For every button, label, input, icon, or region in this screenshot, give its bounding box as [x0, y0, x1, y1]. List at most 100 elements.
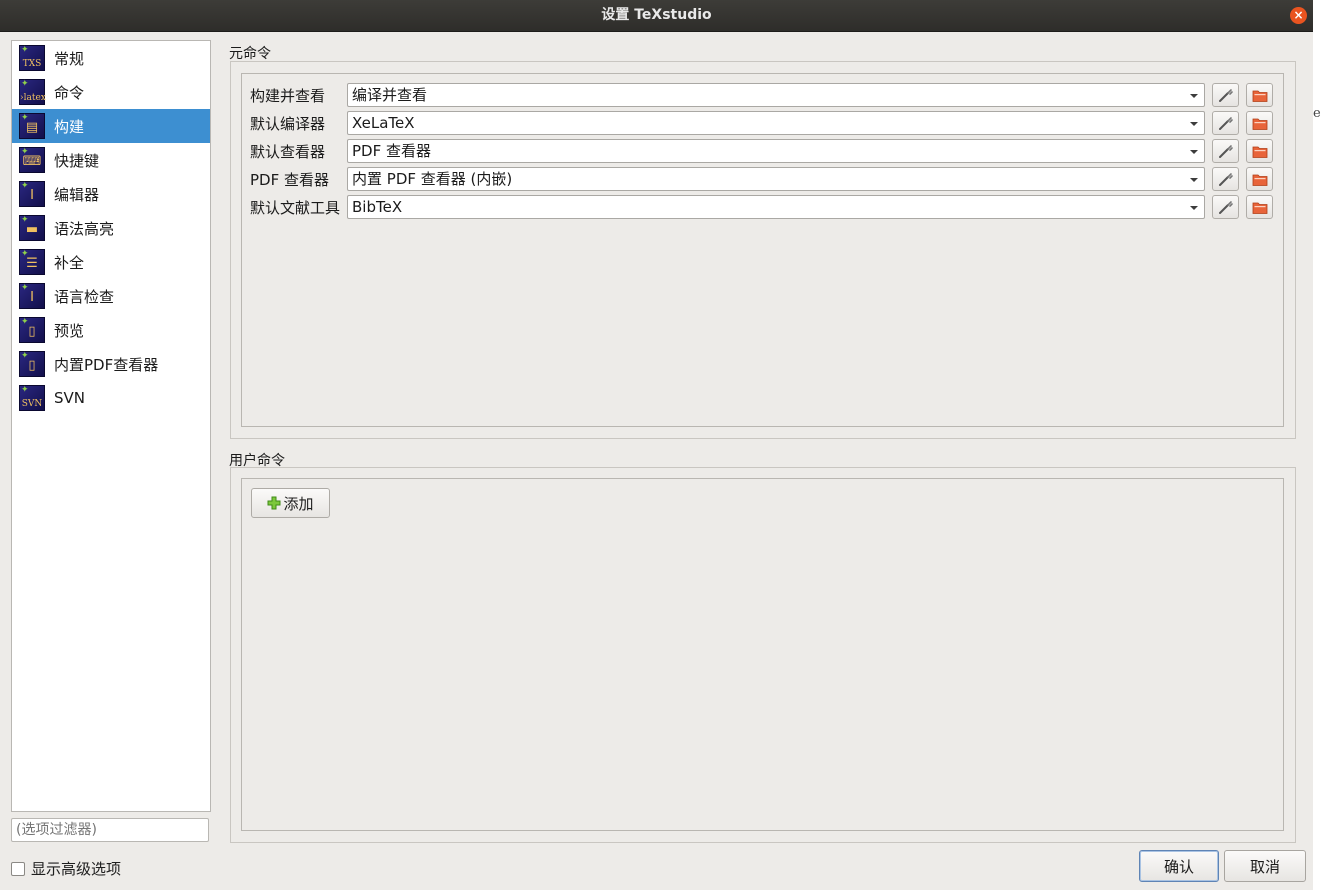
- dropdown-arrow-icon: [1190, 94, 1198, 98]
- leaf-mark: ✦: [21, 45, 29, 55]
- folder-icon: [1252, 174, 1267, 186]
- icon-glyph: ☰: [26, 256, 38, 271]
- sidebar-item-label: 内置PDF查看器: [54, 355, 159, 374]
- latex-icon: ✦ ›latex: [19, 79, 46, 105]
- sidebar-item-spellcheck[interactable]: ✦ I 语言检查: [12, 279, 210, 313]
- title-bar: 设置 TeXstudio ×: [0, 0, 1313, 32]
- highlight-icon: ✦ ▬: [19, 215, 45, 241]
- completion-icon: ✦ ☰: [19, 249, 45, 275]
- meta-command-select[interactable]: PDF 查看器: [347, 139, 1205, 163]
- folder-icon: [1252, 146, 1267, 158]
- sidebar-item-label: 语言检查: [54, 287, 115, 306]
- selected-value: XeLaTeX: [352, 114, 415, 132]
- sidebar-item-txs[interactable]: ✦ TXS 常规: [12, 41, 210, 75]
- sidebar-item-pdf-viewer[interactable]: ✦ ▯ 内置PDF查看器: [12, 347, 210, 381]
- sidebar-item-label: 命令: [54, 83, 85, 102]
- configure-command-button[interactable]: [1212, 83, 1239, 107]
- selected-value: PDF 查看器: [352, 142, 431, 160]
- wrench-icon: [1218, 145, 1233, 158]
- meta-command-row: 默认文献工具 BibTeX: [250, 195, 1280, 219]
- selected-value: BibTeX: [352, 198, 403, 216]
- meta-command-label: 默认查看器: [250, 143, 326, 161]
- meta-command-row: PDF 查看器 内置 PDF 查看器 (内嵌): [250, 167, 1280, 191]
- meta-command-label: 默认文献工具: [250, 199, 341, 217]
- settings-dialog: ✦ TXS 常规 ✦ ›latex 命令 ✦ ▤ 构建 ✦ ⌨ 快捷键 ✦ I 编辑器 ✦ ▬ 语法高亮 ✦ ☰ 补全 ✦…: [0, 32, 1313, 890]
- icon-caption: TXS: [22, 59, 42, 69]
- sidebar-item-preview[interactable]: ✦ ▯ 预览: [12, 313, 210, 347]
- dropdown-arrow-icon: [1190, 122, 1198, 126]
- icon-caption: SVN: [21, 399, 43, 409]
- sidebar-item-keyboard[interactable]: ✦ ⌨ 快捷键: [12, 143, 210, 177]
- folder-icon: [1252, 202, 1267, 214]
- option-filter-input[interactable]: [11, 818, 209, 842]
- meta-command-row: 默认编译器 XeLaTeX: [250, 111, 1280, 135]
- icon-glyph: ⌨: [22, 154, 42, 169]
- icon-caption: ›latex: [20, 93, 46, 103]
- spellcheck-icon: ✦ I: [19, 283, 45, 309]
- icon-glyph: ▬: [25, 222, 39, 237]
- wrench-icon: [1218, 173, 1233, 186]
- sidebar-item-label: 快捷键: [54, 151, 100, 170]
- advanced-options-checkbox[interactable]: [11, 861, 25, 876]
- add-button-label: 添加: [283, 494, 314, 513]
- txs-icon: ✦ TXS: [19, 45, 45, 71]
- sidebar-item-completion[interactable]: ✦ ☰ 补全: [12, 245, 210, 279]
- meta-command-row: 默认查看器 PDF 查看器: [250, 139, 1280, 163]
- meta-command-select[interactable]: 内置 PDF 查看器 (内嵌): [347, 167, 1205, 191]
- background-text: e: [1313, 106, 1321, 121]
- configure-command-button[interactable]: [1212, 195, 1239, 219]
- close-button[interactable]: ×: [1290, 7, 1307, 24]
- cancel-button[interactable]: 取消: [1224, 850, 1306, 882]
- show-advanced-options[interactable]: 显示高级选项: [11, 858, 121, 879]
- sidebar-item-text-cursor[interactable]: ✦ I 编辑器: [12, 177, 210, 211]
- icon-glyph: ▯: [28, 358, 36, 373]
- folder-icon: [1252, 90, 1267, 102]
- sidebar-item-label: 补全: [54, 253, 85, 272]
- sidebar-item-label: 预览: [54, 321, 85, 340]
- configure-command-button[interactable]: [1212, 111, 1239, 135]
- browse-command-button[interactable]: [1246, 167, 1273, 191]
- add-user-command-button[interactable]: 添加: [251, 488, 330, 518]
- settings-category-list[interactable]: ✦ TXS 常规 ✦ ›latex 命令 ✦ ▤ 构建 ✦ ⌨ 快捷键 ✦ I 编辑器 ✦ ▬ 语法高亮 ✦ ☰ 补全 ✦…: [11, 40, 211, 812]
- browse-command-button[interactable]: [1246, 83, 1273, 107]
- sidebar-item-build[interactable]: ✦ ▤ 构建: [12, 109, 210, 143]
- sidebar-item-svn[interactable]: ✦ SVN SVN: [12, 381, 210, 415]
- text-cursor-icon: ✦ I: [19, 181, 45, 207]
- pdf-viewer-icon: ✦ ▯: [19, 351, 45, 377]
- sidebar-item-label: 语法高亮: [54, 219, 115, 238]
- sidebar-item-label: 构建: [54, 117, 85, 136]
- sidebar-item-label: 编辑器: [54, 185, 100, 204]
- browse-command-button[interactable]: [1246, 111, 1273, 135]
- configure-command-button[interactable]: [1212, 167, 1239, 191]
- icon-glyph: I: [30, 188, 34, 203]
- window-title: 设置 TeXstudio: [601, 7, 712, 23]
- ok-button[interactable]: 确认: [1139, 850, 1219, 882]
- meta-command-select[interactable]: XeLaTeX: [347, 111, 1205, 135]
- dropdown-arrow-icon: [1190, 150, 1198, 154]
- icon-glyph: I: [30, 290, 34, 305]
- meta-command-select[interactable]: 编译并查看: [347, 83, 1205, 107]
- meta-command-label: PDF 查看器: [250, 171, 329, 189]
- wrench-icon: [1218, 201, 1233, 214]
- advanced-options-label: 显示高级选项: [31, 860, 122, 878]
- sidebar-item-label: SVN: [54, 389, 86, 407]
- preview-icon: ✦ ▯: [19, 317, 45, 343]
- browse-command-button[interactable]: [1246, 139, 1273, 163]
- sidebar-item-label: 常规: [54, 49, 85, 68]
- meta-command-row: 构建并查看 编译并查看: [250, 83, 1280, 107]
- selected-value: 内置 PDF 查看器 (内嵌): [352, 170, 513, 188]
- icon-glyph: ▤: [25, 120, 39, 135]
- plus-icon: [267, 496, 281, 510]
- meta-command-label: 构建并查看: [250, 87, 326, 105]
- configure-command-button[interactable]: [1212, 139, 1239, 163]
- sidebar-item-latex[interactable]: ✦ ›latex 命令: [12, 75, 210, 109]
- meta-command-label: 默认编译器: [250, 115, 326, 133]
- build-icon: ✦ ▤: [19, 113, 45, 139]
- browse-command-button[interactable]: [1246, 195, 1273, 219]
- leaf-mark: ✦: [21, 79, 29, 89]
- svn-icon: ✦ SVN: [19, 385, 45, 411]
- background-window-strip: e: [1313, 0, 1321, 890]
- meta-command-select[interactable]: BibTeX: [347, 195, 1205, 219]
- user-commands-panel: [241, 478, 1284, 831]
- sidebar-item-highlight[interactable]: ✦ ▬ 语法高亮: [12, 211, 210, 245]
